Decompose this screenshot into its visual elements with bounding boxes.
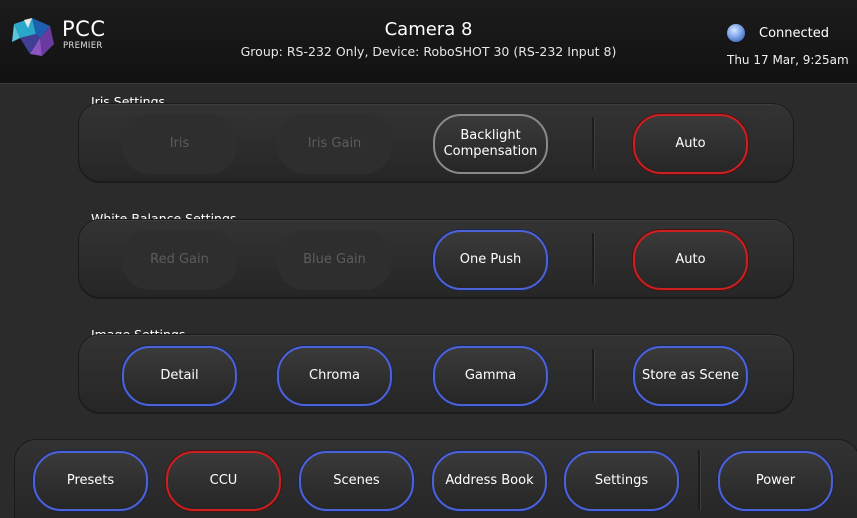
white-balance-auto-button[interactable]: Auto bbox=[633, 230, 748, 290]
image-settings-divider bbox=[592, 349, 594, 401]
nav-power-button[interactable]: Power bbox=[718, 451, 833, 511]
iris-divider bbox=[592, 117, 594, 169]
header-bar: PCC PREMIER Camera 8 Group: RS-232 Only,… bbox=[0, 0, 857, 84]
nav-scenes-button[interactable]: Scenes bbox=[299, 451, 414, 511]
backlight-compensation-button[interactable]: Backlight Compensation bbox=[433, 114, 548, 174]
chroma-button[interactable]: Chroma bbox=[277, 346, 392, 406]
connection-status-text: Connected bbox=[759, 26, 830, 41]
white-balance-divider bbox=[592, 233, 594, 285]
nav-settings-button[interactable]: Settings bbox=[564, 451, 679, 511]
nav-address-book-button[interactable]: Address Book bbox=[432, 451, 547, 511]
nav-ccu-button[interactable]: CCU bbox=[166, 451, 281, 511]
iris-auto-button[interactable]: Auto bbox=[633, 114, 748, 174]
connection-status-icon bbox=[727, 24, 745, 42]
gamma-button[interactable]: Gamma bbox=[433, 346, 548, 406]
iris-gain-button[interactable]: Iris Gain bbox=[277, 114, 392, 174]
store-as-scene-button[interactable]: Store as Scene bbox=[633, 346, 748, 406]
iris-button[interactable]: Iris bbox=[122, 114, 237, 174]
nav-presets-button[interactable]: Presets bbox=[33, 451, 148, 511]
bottom-nav-divider bbox=[698, 450, 700, 510]
red-gain-button[interactable]: Red Gain bbox=[122, 230, 237, 290]
date-time: Thu 17 Mar, 9:25am bbox=[727, 53, 849, 67]
detail-button[interactable]: Detail bbox=[122, 346, 237, 406]
blue-gain-button[interactable]: Blue Gain bbox=[277, 230, 392, 290]
one-push-button[interactable]: One Push bbox=[433, 230, 548, 290]
